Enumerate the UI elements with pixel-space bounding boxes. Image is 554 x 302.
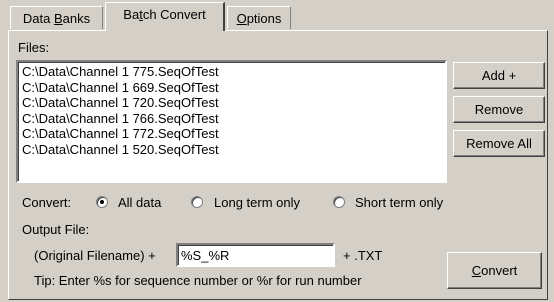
list-item[interactable]: C:\Data\Channel 1 766.SeqOfTest	[22, 111, 441, 127]
output-extension-label: + .TXT	[343, 248, 383, 263]
output-prefix-label: (Original Filename) +	[34, 248, 156, 263]
list-item[interactable]: C:\Data\Channel 1 720.SeqOfTest	[22, 95, 441, 111]
list-item[interactable]: C:\Data\Channel 1 775.SeqOfTest	[22, 64, 441, 80]
list-item[interactable]: C:\Data\Channel 1 669.SeqOfTest	[22, 80, 441, 96]
output-file-label: Output File:	[22, 222, 90, 237]
tip-text: Tip: Enter %s for sequence number or %r …	[34, 273, 362, 288]
tab-batch-convert-label: Batch Convert	[123, 7, 206, 22]
radio-long-term-only[interactable]	[191, 196, 203, 208]
tab-options[interactable]: Options	[227, 6, 291, 29]
list-item[interactable]: C:\Data\Channel 1 772.SeqOfTest	[22, 126, 441, 142]
convert-button[interactable]: Convert	[447, 252, 542, 289]
tab-batch-convert[interactable]: Batch Convert	[105, 2, 225, 31]
radio-all-data[interactable]	[96, 196, 108, 208]
radio-long-term-label[interactable]: Long term only	[214, 195, 300, 210]
tab-data-banks[interactable]: Data Banks	[10, 6, 103, 29]
files-label: Files:	[18, 40, 50, 55]
files-listbox[interactable]: C:\Data\Channel 1 775.SeqOfTest C:\Data\…	[16, 60, 447, 183]
convert-button-label: Convert	[471, 263, 518, 278]
tab-options-label: Options	[236, 11, 282, 26]
add-button[interactable]: Add +	[453, 62, 545, 89]
radio-all-data-label[interactable]: All data	[118, 195, 161, 210]
radio-selected-dot	[100, 200, 104, 204]
remove-all-button[interactable]: Remove All	[453, 130, 545, 157]
convert-mode-label: Convert:	[22, 195, 72, 210]
output-suffix-input[interactable]: %S_%R	[176, 243, 335, 267]
radio-short-term-only[interactable]	[333, 196, 345, 208]
remove-button[interactable]: Remove	[453, 96, 545, 123]
list-item[interactable]: C:\Data\Channel 1 520.SeqOfTest	[22, 142, 441, 158]
radio-short-term-label[interactable]: Short term only	[355, 195, 443, 210]
tab-data-banks-label: Data Banks	[22, 11, 91, 26]
